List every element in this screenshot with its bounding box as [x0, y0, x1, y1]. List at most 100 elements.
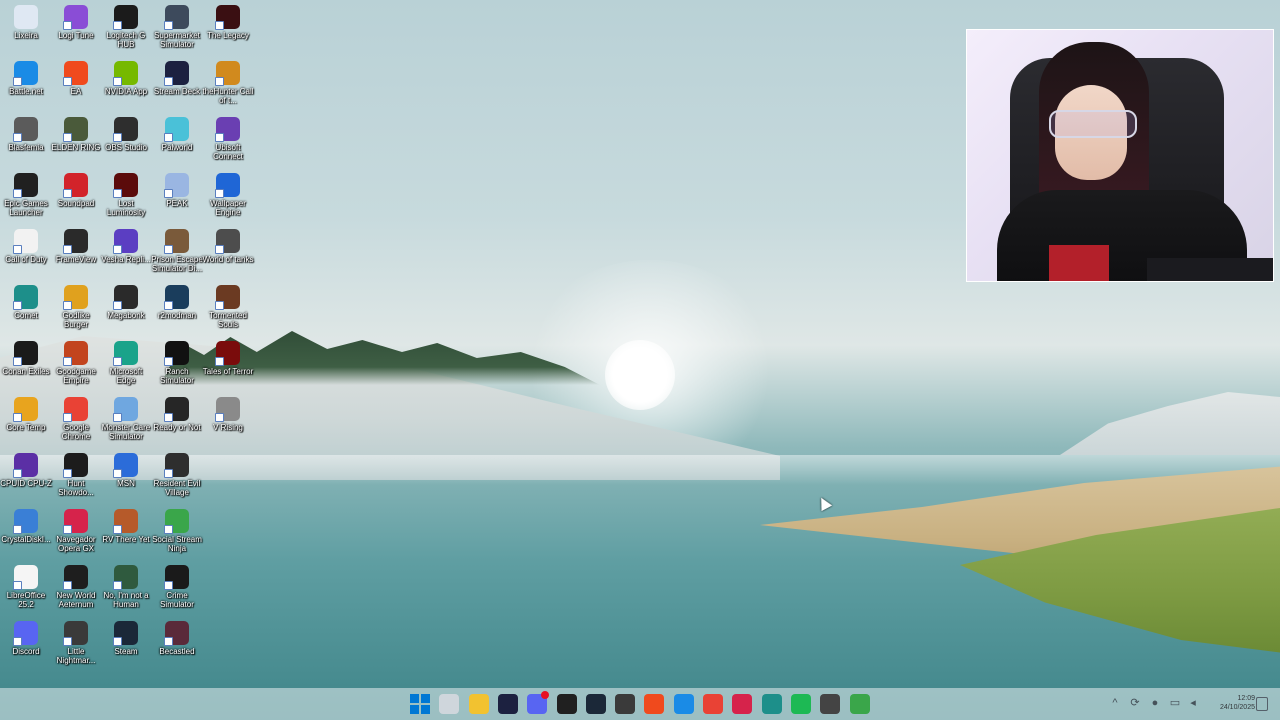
- desktop-icon[interactable]: FrameView: [50, 226, 102, 264]
- desktop-icon[interactable]: Logi Tune: [50, 2, 102, 40]
- desktop-icon[interactable]: Discord: [0, 618, 52, 656]
- desktop-icon[interactable]: theHunter Call of t...: [202, 58, 254, 105]
- desktop-icon[interactable]: Microsoft Edge: [100, 338, 152, 385]
- comet-icon[interactable]: [762, 694, 782, 714]
- desktop-icon[interactable]: Core Temp: [0, 394, 52, 432]
- desktop-icon[interactable]: Megabonk: [100, 282, 152, 320]
- app-icon: [164, 5, 189, 30]
- desktop-icon[interactable]: PEAK: [151, 170, 203, 208]
- battlenet-icon[interactable]: [674, 694, 694, 714]
- desktop-icon[interactable]: Steam: [100, 618, 152, 656]
- desktop-icon-label: MSN: [117, 479, 135, 488]
- desktop-icon[interactable]: EA: [50, 58, 102, 96]
- desktop-icon[interactable]: Hunt Showdo...: [50, 450, 102, 497]
- app-icon: [13, 509, 38, 534]
- desktop-icon[interactable]: Wallpaper Engine: [202, 170, 254, 217]
- desktop-icon[interactable]: Becastled: [151, 618, 203, 656]
- desktop-icon[interactable]: Lost Luminosity: [100, 170, 152, 217]
- desktop-icon[interactable]: LibreOffice 25.2: [0, 562, 52, 609]
- app-icon: [215, 61, 240, 86]
- desktop-icon[interactable]: Little Nightmar...: [50, 618, 102, 665]
- discord-icon[interactable]: [527, 691, 549, 714]
- spotify-icon[interactable]: [791, 694, 811, 714]
- desktop-icon[interactable]: No, I'm not a Human: [100, 562, 152, 609]
- desktop-icon[interactable]: Ubisoft Connect: [202, 114, 254, 161]
- desktop-icon[interactable]: Monster Care Simulator: [100, 394, 152, 441]
- desktop-icon[interactable]: Prison Escape Simulator Di...: [151, 226, 203, 273]
- social-stream-icon[interactable]: [850, 694, 870, 714]
- desktop-icon[interactable]: Ranch Simulator: [151, 338, 203, 385]
- sync-icon[interactable]: ⟳: [1128, 696, 1142, 710]
- desktop-icon[interactable]: Blasfemia: [0, 114, 52, 152]
- obs-icon[interactable]: [615, 694, 635, 714]
- desktop-icon[interactable]: World of tanks: [202, 226, 254, 264]
- desktop-icon[interactable]: RV There Yet: [100, 506, 152, 544]
- desktop-icon[interactable]: Tales of Terror: [202, 338, 254, 376]
- desktop-icon[interactable]: New World Aeternum: [50, 562, 102, 609]
- network-icon[interactable]: ▭: [1168, 696, 1182, 710]
- desktop-icon[interactable]: NVIDIA App: [100, 58, 152, 96]
- app-icon: [13, 61, 38, 86]
- app-icon: [164, 621, 189, 646]
- desktop-icon[interactable]: Soundpad: [50, 170, 102, 208]
- app-icon: [164, 453, 189, 478]
- tray-overflow-chevron-icon[interactable]: ^: [1108, 696, 1122, 710]
- desktop-icon[interactable]: Battle.net: [0, 58, 52, 96]
- desktop-icon[interactable]: Logitech G HUB: [100, 2, 152, 49]
- epic-games-icon[interactable]: [557, 694, 577, 714]
- notification-center-icon[interactable]: [1256, 697, 1268, 711]
- desktop-icon[interactable]: Navegador Opera GX: [50, 506, 102, 553]
- desktop-icon[interactable]: Godlike Burger: [50, 282, 102, 329]
- app-icon: [13, 453, 38, 478]
- desktop-icon[interactable]: Tormented Souls: [202, 282, 254, 329]
- desktop-icon[interactable]: OBS Studio: [100, 114, 152, 152]
- app-icon: [13, 285, 38, 310]
- ea-icon[interactable]: [644, 694, 664, 714]
- desktop-icon[interactable]: CrystalDiskI...: [0, 506, 52, 544]
- microphone-icon[interactable]: ●: [1148, 696, 1162, 710]
- desktop-icon[interactable]: Vesha Repli...: [100, 226, 152, 264]
- desktop-icon[interactable]: Google Chrome: [50, 394, 102, 441]
- desktop-icon[interactable]: Stream Deck: [151, 58, 203, 96]
- chrome-icon[interactable]: [703, 694, 723, 714]
- desktop-icon[interactable]: Ready or Not: [151, 394, 203, 432]
- desktop-icon[interactable]: r2modman: [151, 282, 203, 320]
- desktop-icon[interactable]: Social Stream Ninja: [151, 506, 203, 553]
- file-explorer-icon[interactable]: [469, 694, 489, 714]
- desktop-icon-label: RV There Yet: [102, 535, 150, 544]
- desktop-icon-label: PEAK: [166, 199, 188, 208]
- steam-icon[interactable]: [586, 694, 606, 714]
- app-icon: [113, 5, 138, 30]
- app-icon: [113, 117, 138, 142]
- desktop-icon[interactable]: ELDEN RING: [50, 114, 102, 152]
- desktop-icon[interactable]: Comet: [0, 282, 52, 320]
- recording-icon[interactable]: [820, 694, 840, 714]
- desktop-icon[interactable]: Epic Games Launcher: [0, 170, 52, 217]
- desktop-icon[interactable]: Supermarket Simulator: [151, 2, 203, 49]
- desktop-icon[interactable]: Call of Duty: [0, 226, 52, 264]
- clock[interactable]: 12:09 24/10/2025: [1195, 694, 1255, 712]
- desktop-icon[interactable]: Lixeira: [0, 2, 52, 40]
- desktop-icon-label: Becastled: [159, 647, 195, 656]
- desktop-icon[interactable]: Resident Evil Village: [151, 450, 203, 497]
- desktop-icon[interactable]: Goodgame Empire: [50, 338, 102, 385]
- desktop-icon-label: Call of Duty: [5, 255, 47, 264]
- desktop-icon[interactable]: Crime Simulator: [151, 562, 203, 609]
- desk-equipment: [1147, 258, 1273, 281]
- desktop-icon[interactable]: Conan Exiles: [0, 338, 52, 376]
- desktop-icon[interactable]: MSN: [100, 450, 152, 488]
- app-icon: [63, 341, 88, 366]
- desktop-icon[interactable]: CPUID CPU-Z: [0, 450, 52, 488]
- desktop-icon[interactable]: Palworld: [151, 114, 203, 152]
- task-view-icon[interactable]: [439, 694, 459, 714]
- desktop-icon-label: Stream Deck: [153, 87, 201, 96]
- desktop-icon[interactable]: V Rising: [202, 394, 254, 432]
- app-icon: [13, 565, 38, 590]
- desktop-icon-label: Epic Games Launcher: [4, 199, 48, 217]
- desktop-icon[interactable]: The Legacy: [202, 2, 254, 40]
- app-icon: [113, 621, 138, 646]
- opera-gx-icon[interactable]: [732, 694, 752, 714]
- start-icon[interactable]: [410, 694, 430, 714]
- app-icon: [63, 565, 88, 590]
- stream-deck-icon[interactable]: [498, 694, 518, 714]
